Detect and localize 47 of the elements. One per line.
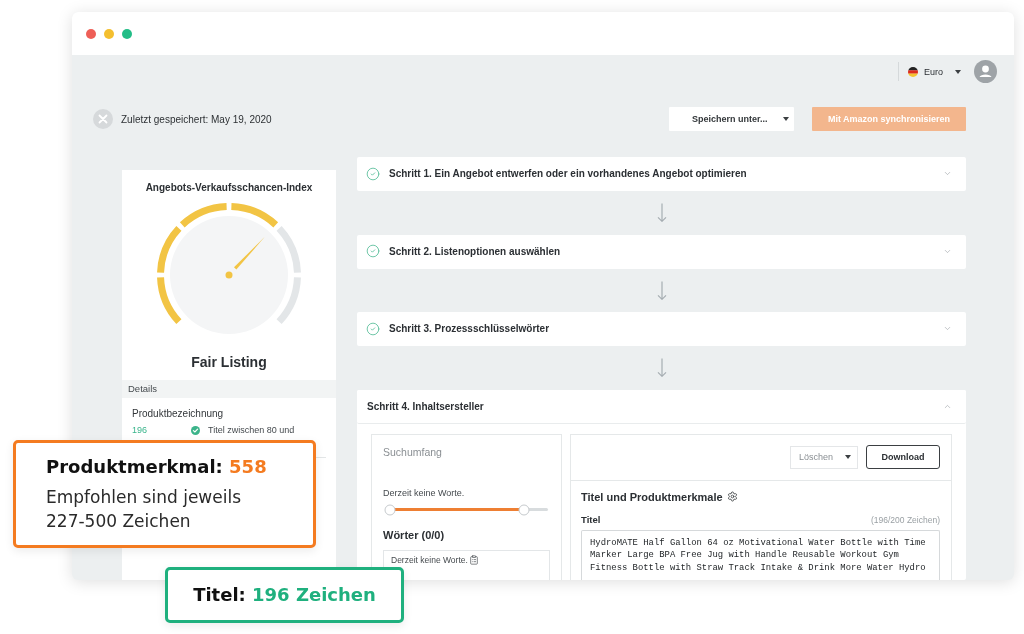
callout-heading: Produktmerkmal: 558: [46, 456, 267, 478]
clipboard-icon[interactable]: [468, 554, 479, 565]
close-icon[interactable]: [93, 109, 113, 129]
minimize-window-icon[interactable]: [104, 28, 114, 39]
step-header[interactable]: Schritt 3. Prozessschlüsselwörter: [357, 312, 966, 346]
caret-icon: [955, 69, 961, 74]
words-title: Wörter (0/0): [383, 527, 446, 542]
save-as-select[interactable]: Speichern unter...: [669, 107, 794, 131]
down-arrow-icon: [656, 203, 667, 223]
flag-icon: [908, 66, 918, 77]
chevron-down-icon: [943, 169, 952, 178]
caret-icon: [845, 455, 851, 459]
callout-heading: Titel: 196 Zeichen: [193, 584, 376, 606]
clear-select[interactable]: Löschen: [790, 445, 858, 469]
chevron-down-icon: [943, 324, 952, 333]
check-circle-icon: [366, 321, 380, 336]
down-arrow-icon: [656, 280, 667, 300]
download-button[interactable]: Download: [866, 445, 940, 469]
user-avatar-icon[interactable]: [974, 60, 997, 83]
details-header: Details: [122, 380, 336, 398]
range-label: Derzeit keine Worte.: [383, 486, 466, 500]
detail-label: Produktbezeichnung: [132, 408, 225, 420]
callout-note: Empfohlen sind jeweils 227-500 Zeichen: [46, 486, 242, 533]
section-title: Titel und Produktmerkmale: [581, 489, 723, 504]
title-textarea[interactable]: HydroMATE Half Gallon 64 oz Motivational Water Bottle with Time Marker Large BPA Free Jug with Handle Reusable Workout Gym Fitness Bottle with Straw Track Intake & Drink More Water Hydro: [581, 529, 940, 580]
check-circle-icon: [366, 244, 380, 258]
step-header[interactable]: Schritt 2. Listenoptionen auswählen: [357, 234, 966, 269]
empty-message: Derzeit keine Worte.: [391, 554, 468, 565]
character-counter: (196/200 Zeichen): [871, 513, 940, 526]
detail-message: Titel zwischen 80 und: [208, 424, 295, 436]
step-header[interactable]: Schritt 1. Ein Angebot entwerfen oder ein vorhandenes Angebot optimieren: [357, 157, 966, 191]
rating-text: Fair Listing: [190, 353, 268, 371]
slider-handle[interactable]: [384, 504, 396, 515]
slider-handle[interactable]: [518, 504, 530, 515]
check-circle-icon: [366, 166, 380, 181]
last-saved-text: Zuletzt gespeichert: May 19, 2020: [121, 113, 272, 125]
currency-select[interactable]: Euro: [908, 66, 961, 77]
down-arrow-icon: [656, 358, 667, 378]
maximize-window-icon[interactable]: [122, 28, 132, 39]
step-header[interactable]: Schritt 4. Inhaltsersteller: [357, 389, 966, 424]
settings-icon[interactable]: [726, 491, 738, 502]
panel-title: Suchumfang: [383, 444, 443, 459]
field-label: Titel: [581, 513, 601, 526]
caret-icon: [783, 117, 789, 121]
detail-count: 196: [132, 424, 149, 436]
card-title: Angebots-Verkaufsschancen-Index: [144, 181, 314, 194]
close-window-icon[interactable]: [86, 28, 96, 39]
